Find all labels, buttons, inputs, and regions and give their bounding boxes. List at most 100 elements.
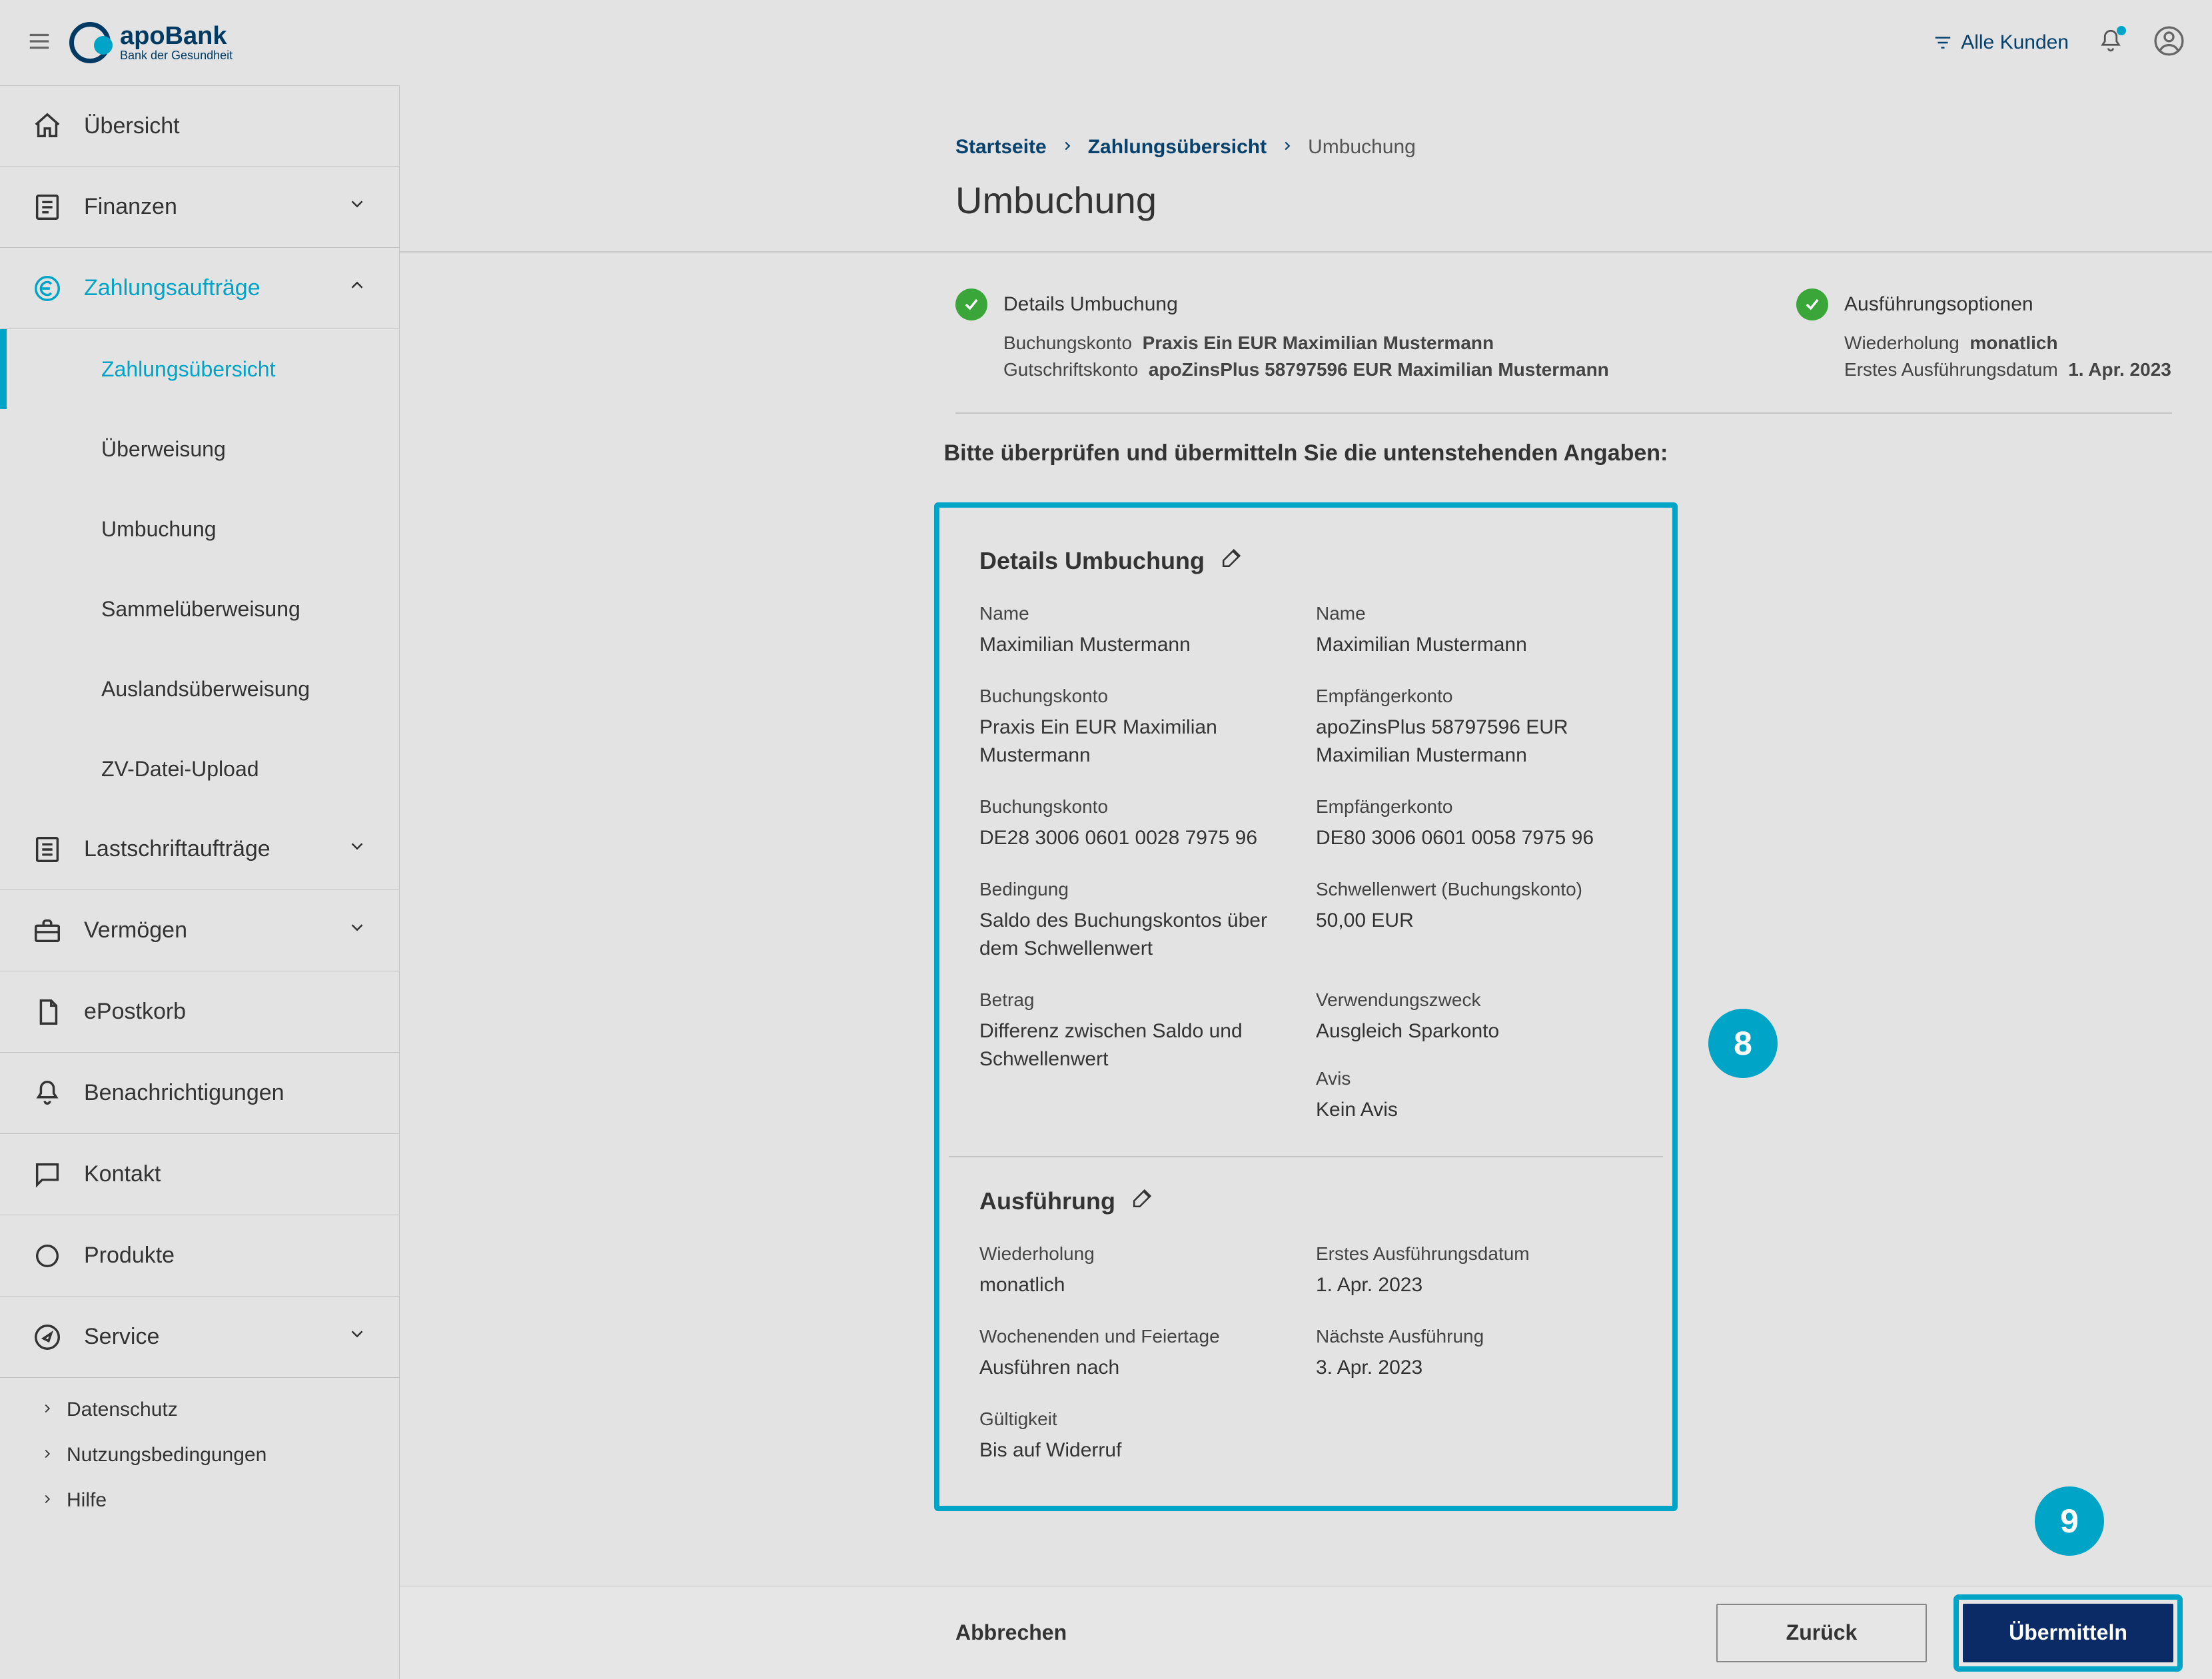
sidebar-item-label: Datenschutz [67, 1399, 178, 1421]
chevron-right-icon [40, 1444, 55, 1466]
step2-line1-label: Wiederholung [1844, 332, 1959, 353]
execution-section-title: Ausführung [979, 1187, 1115, 1215]
details-section-title: Details Umbuchung [979, 547, 1205, 575]
step1-line2-value: apoZinsPlus 58797596 EUR Maximilian Must… [1149, 359, 1609, 380]
customer-filter-label: Alle Kunden [1961, 31, 2069, 54]
sidebar-item-label: Benachrichtigungen [84, 1080, 284, 1106]
sidebar-item-label: Überweisung [101, 437, 226, 462]
chevron-down-icon [347, 836, 367, 862]
chevron-down-icon [347, 194, 367, 220]
next-exec-label: Nächste Ausführung [1316, 1326, 1632, 1347]
sidebar-subitem-bulk-transfer[interactable]: Sammelüberweisung [0, 569, 399, 649]
sidebar-item-label: Hilfe [67, 1489, 107, 1512]
avis-value: Kein Avis [1316, 1096, 1632, 1124]
sidebar-item-epost[interactable]: ePostkorb [0, 971, 399, 1053]
chat-icon [32, 1159, 63, 1190]
right-name-value: Maximilian Mustermann [1316, 631, 1632, 659]
sidebar-item-label: Lastschriftaufträge [84, 836, 271, 862]
review-card: Details Umbuchung Name Maximilian Musterm… [934, 502, 1678, 1511]
sidebar-item-payments[interactable]: Zahlungsaufträge [0, 248, 399, 329]
sidebar-item-label: Zahlungsaufträge [84, 275, 261, 301]
condition-label: Bedingung [979, 879, 1296, 900]
step-done-icon [1796, 288, 1828, 320]
wizard-steps: Details Umbuchung Buchungskonto Praxis E… [915, 253, 2212, 380]
list-icon [32, 834, 63, 865]
filter-icon [1933, 33, 1953, 53]
sidebar-item-label: Sammelüberweisung [101, 597, 300, 622]
right-acct-label: Empfängerkonto [1316, 686, 1632, 707]
main-content: Startseite Zahlungsübersicht Umbuchung U… [400, 85, 2212, 1679]
breadcrumb-home[interactable]: Startseite [955, 136, 1047, 159]
next-exec-value: 3. Apr. 2023 [1316, 1354, 1632, 1382]
sidebar-subitem-rebooking[interactable]: Umbuchung [0, 489, 399, 569]
left-name-label: Name [979, 603, 1296, 624]
notifications-button[interactable] [2097, 27, 2125, 59]
sidebar-link-privacy[interactable]: Datenschutz [0, 1387, 399, 1432]
briefcase-icon [32, 915, 63, 946]
hamburger-icon [27, 29, 52, 54]
amount-label: Betrag [979, 989, 1296, 1011]
threshold-label: Schwellenwert (Buchungskonto) [1316, 879, 1632, 900]
purpose-label: Verwendungszweck [1316, 989, 1632, 1011]
sidebar-item-direct-debits[interactable]: Lastschriftaufträge [0, 809, 399, 890]
breadcrumb: Startseite Zahlungsübersicht Umbuchung [400, 85, 2212, 159]
sidebar-link-terms[interactable]: Nutzungsbedingungen [0, 1432, 399, 1478]
submit-button[interactable]: Übermitteln [1963, 1604, 2173, 1662]
step1-line2-label: Gutschriftskonto [1003, 359, 1138, 380]
sidebar-subitem-foreign-transfer[interactable]: Auslandsüberweisung [0, 649, 399, 729]
sidebar-item-label: Nutzungsbedingungen [67, 1444, 267, 1466]
cancel-link[interactable]: Abbrechen [955, 1620, 1067, 1645]
sidebar-link-help[interactable]: Hilfe [0, 1478, 399, 1523]
step2-line2-value: 1. Apr. 2023 [2068, 359, 2171, 380]
page-title: Umbuchung [400, 159, 2212, 251]
sidebar-item-overview[interactable]: Übersicht [0, 85, 399, 167]
right-iban-value: DE80 3006 0601 0058 7975 96 [1316, 824, 1632, 852]
annotation-bubble-9: 9 [2035, 1486, 2104, 1556]
sidebar-item-wealth[interactable]: Vermögen [0, 890, 399, 971]
left-acct-label: Buchungskonto [979, 686, 1296, 707]
brand-name: apoBank [120, 23, 233, 49]
sidebar-item-contact[interactable]: Kontakt [0, 1134, 399, 1215]
brand-subtitle: Bank der Gesundheit [120, 49, 233, 63]
repeat-label: Wiederholung [979, 1243, 1296, 1265]
right-name-label: Name [1316, 603, 1632, 624]
sidebar-subitem-zv-upload[interactable]: ZV-Datei-Upload [0, 729, 399, 809]
validity-value: Bis auf Widerruf [979, 1436, 1296, 1464]
pencil-icon [1131, 1187, 1154, 1209]
breadcrumb-current: Umbuchung [1308, 136, 1416, 159]
home-icon [32, 111, 63, 141]
chevron-right-icon [40, 1399, 55, 1421]
coin-icon [32, 273, 63, 304]
breadcrumb-payments-overview[interactable]: Zahlungsübersicht [1088, 136, 1267, 159]
sidebar-item-products[interactable]: Produkte [0, 1215, 399, 1297]
left-acct-value: Praxis Ein EUR Maximilian Mustermann [979, 714, 1296, 770]
sidebar-subitem-transfer[interactable]: Überweisung [0, 409, 399, 489]
sidebar-item-label: Umbuchung [101, 517, 217, 542]
left-iban-label: Buchungskonto [979, 796, 1296, 818]
sidebar-item-label: ZV-Datei-Upload [101, 757, 259, 782]
annotation-bubble-8: 8 [1708, 1009, 1778, 1078]
document-icon [32, 997, 63, 1027]
brand-logo[interactable]: apoBank Bank der Gesundheit [69, 22, 233, 63]
sidebar-item-notifications[interactable]: Benachrichtigungen [0, 1053, 399, 1134]
avatar-icon [2153, 25, 2185, 57]
chevron-right-icon [1060, 136, 1075, 159]
sidebar-item-finances[interactable]: Finanzen [0, 167, 399, 248]
edit-execution-button[interactable] [1131, 1187, 1154, 1215]
top-bar: apoBank Bank der Gesundheit Alle Kunden [0, 0, 2212, 85]
sidebar-subitem-payments-overview[interactable]: Zahlungsübersicht [0, 329, 399, 409]
step1-line1-label: Buchungskonto [1003, 332, 1132, 353]
edit-details-button[interactable] [1221, 546, 1243, 575]
sidebar-item-label: ePostkorb [84, 999, 186, 1025]
notification-dot-icon [2117, 26, 2126, 35]
menu-button[interactable] [27, 29, 52, 57]
weekend-label: Wochenenden und Feiertage [979, 1326, 1296, 1347]
back-button[interactable]: Zurück [1716, 1604, 1927, 1662]
profile-button[interactable] [2153, 25, 2185, 61]
validity-label: Gültigkeit [979, 1408, 1296, 1430]
left-name-value: Maximilian Mustermann [979, 631, 1296, 659]
condition-value: Saldo des Buchungskontos über dem Schwel… [979, 907, 1296, 963]
weekend-value: Ausführen nach [979, 1354, 1296, 1382]
sidebar-item-service[interactable]: Service [0, 1297, 399, 1378]
customer-filter-link[interactable]: Alle Kunden [1933, 31, 2069, 54]
